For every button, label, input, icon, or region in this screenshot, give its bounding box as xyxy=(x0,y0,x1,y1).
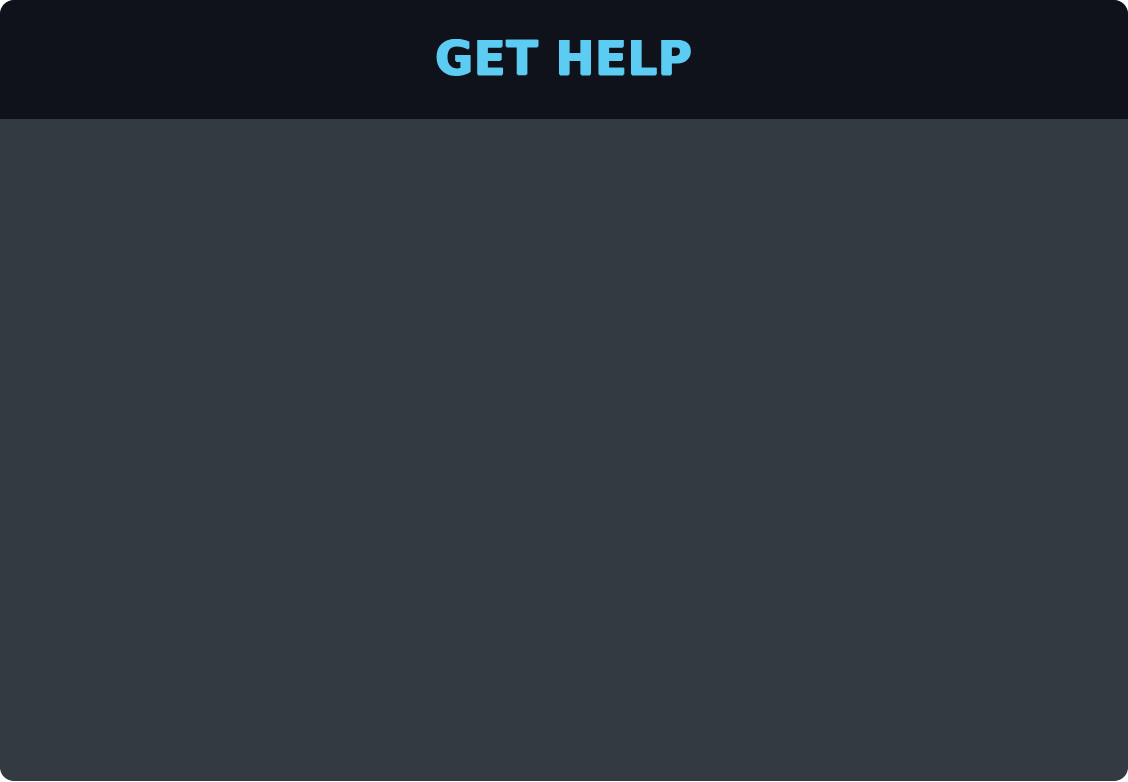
get-help-dialog: GET HELP xyxy=(0,0,1128,781)
dialog-header: GET HELP xyxy=(0,0,1128,119)
dialog-title: GET HELP xyxy=(435,29,693,86)
dialog-content xyxy=(0,119,1128,781)
